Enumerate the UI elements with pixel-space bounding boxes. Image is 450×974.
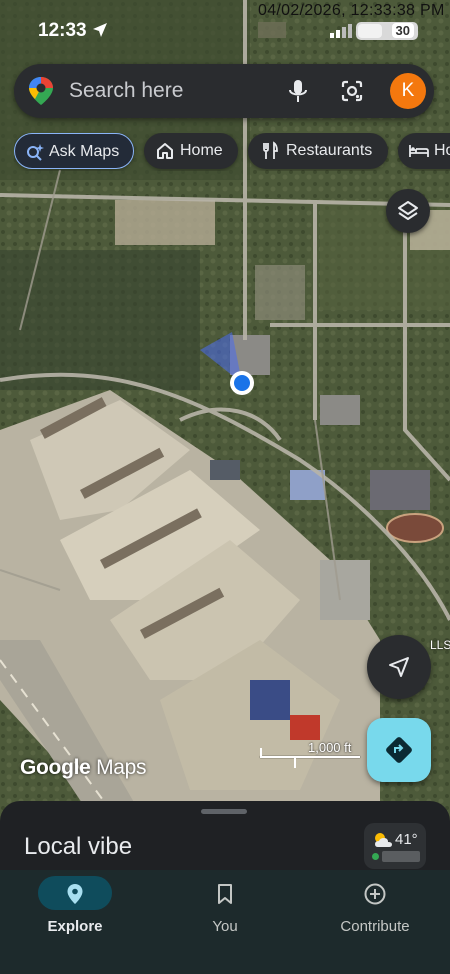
microphone-icon[interactable] [286,78,310,104]
plus-circle-icon [364,883,386,905]
attribution-google: Google [20,756,91,779]
redacted-block [382,851,420,862]
drag-handle[interactable] [201,809,247,814]
layers-icon [398,201,418,220]
fork-knife-icon [263,141,278,159]
chip-label: Restaurants [286,142,373,159]
map-place-label: LLS [430,638,450,652]
attribution-maps: Maps [96,756,147,779]
chip-label: Home [180,142,223,159]
nav-you[interactable]: You [150,870,300,950]
signal-icon [330,24,352,38]
layers-button[interactable] [386,189,430,233]
chip-label: Ask Maps [49,143,120,160]
my-location-button[interactable] [367,635,431,699]
satellite-map[interactable]: LLS [0,0,450,830]
bookmark-icon [218,884,232,904]
partly-cloudy-icon [375,833,392,847]
nav-explore[interactable]: Explore [0,870,150,950]
nav-label: Contribute [340,918,410,935]
bottom-navigation: Explore You Contribute [0,870,450,974]
nav-label: Explore [47,918,103,935]
air-quality-dot [372,853,379,860]
screenshot-timestamp: 04/02/2026, 12:33:38 PM [258,2,445,19]
redacted-block [258,22,286,38]
directions-icon [386,737,412,763]
chip-label: Ho [434,142,450,159]
pin-icon [67,884,83,904]
battery-icon: 30 [356,22,418,40]
weather-temperature: 41° [395,831,418,848]
google-lens-icon[interactable] [340,79,364,103]
chip-hotels[interactable]: Ho [398,133,450,169]
location-arrow-icon [93,23,107,37]
search-bar[interactable]: Search here K [14,64,434,118]
nav-contribute[interactable]: Contribute [300,870,450,950]
bed-icon [409,145,429,157]
navigation-arrow-icon [389,657,409,677]
category-chips: Ask Maps Home Restaurants Ho [14,133,450,171]
status-time: 12:33 [38,20,87,41]
satellite-imagery [0,0,450,830]
directions-button[interactable] [367,718,431,782]
scale-label: 1,000 ft [308,740,352,755]
weather-widget[interactable]: 41° [364,823,426,869]
chip-home[interactable]: Home [144,133,238,169]
location-dot [234,375,250,391]
sheet-title: Local vibe [24,833,133,860]
battery-level: 30 [391,23,414,38]
google-maps-attribution: Google Maps [20,756,147,780]
home-icon [157,143,173,159]
chip-ask-maps[interactable]: Ask Maps [14,133,134,169]
sparkle-search-icon [27,144,44,161]
status-bar: 12:33 04/02/2026, 12:33:38 PM 30 [0,0,450,56]
account-avatar[interactable]: K [390,73,426,109]
bottom-sheet[interactable]: Local vibe 41° [0,801,450,881]
nav-label: You [212,918,238,935]
map-scale: 1,000 ft [260,740,370,770]
chip-restaurants[interactable]: Restaurants [248,133,388,169]
search-input[interactable]: Search here [69,79,183,103]
google-maps-logo-icon [29,77,53,105]
scale-bar [260,756,360,758]
